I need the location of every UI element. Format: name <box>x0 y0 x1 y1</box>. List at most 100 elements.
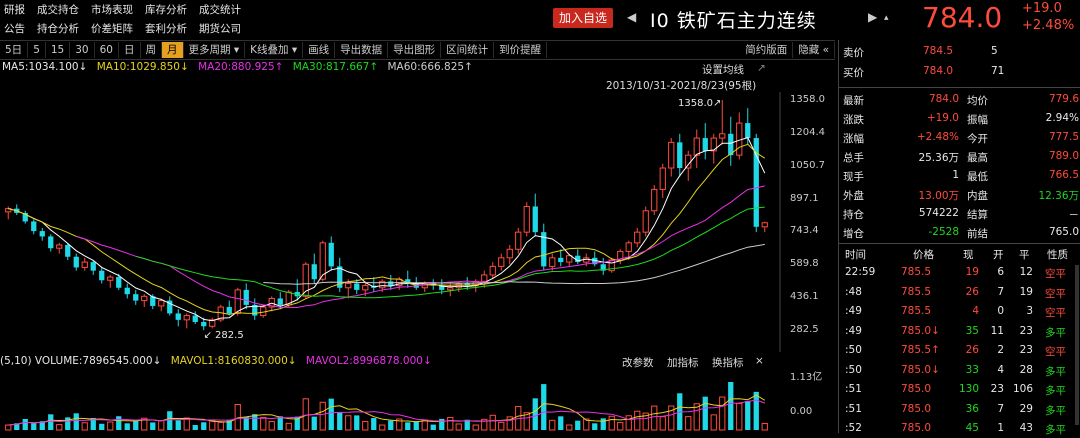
quote-label: 持仓 <box>843 209 864 221</box>
buy-volume: 71 <box>991 65 1005 77</box>
menu-item[interactable]: 价差矩阵 <box>91 21 133 36</box>
volume-bar <box>319 401 326 431</box>
candle-body <box>498 257 505 267</box>
ticks-col-time: 时间 <box>845 249 866 261</box>
simple-layout-button[interactable]: 简约版面 <box>740 42 794 58</box>
ma5-line <box>8 136 766 322</box>
prev-arrow-icon[interactable]: ◀ <box>627 10 636 24</box>
candle-body <box>532 206 538 233</box>
close-indicator-icon[interactable]: × <box>755 355 764 367</box>
price-axis-label: 743.4 <box>790 225 819 237</box>
quote-row: 现手 1 最低 766.5 <box>843 169 1079 185</box>
edit-params-button[interactable]: 改参数 <box>622 355 654 370</box>
candle-body <box>515 231 522 250</box>
quote-label: 现手 <box>843 171 864 183</box>
volume-bar <box>421 419 428 431</box>
kline-overlay-dropdown[interactable]: K线叠加 ▾ <box>245 42 304 58</box>
candle-body <box>659 167 666 190</box>
menu-item[interactable]: 持仓分析 <box>37 21 79 36</box>
more-periods-dropdown[interactable]: 更多周期 ▾ <box>184 42 246 58</box>
volume-bar <box>634 410 641 431</box>
quote-row: 外盘 13.00万 内盘 12.36万 <box>843 188 1079 204</box>
candle-body <box>158 300 165 307</box>
range-stats-button[interactable]: 区间统计 <box>441 42 495 58</box>
period-15min[interactable]: 15 <box>46 42 71 58</box>
volume-bar <box>285 422 292 431</box>
menu-item[interactable]: 研报 <box>4 2 25 17</box>
candle-body <box>345 282 352 289</box>
menu-item[interactable]: 库存分析 <box>145 2 187 17</box>
close-icon[interactable]: ↗ <box>757 62 766 74</box>
volume-bar <box>167 411 173 430</box>
ticks-scrollbar[interactable] <box>1075 265 1079 425</box>
tick-time: :51 <box>845 383 862 395</box>
sell-label: 卖价 <box>843 47 864 59</box>
candle-body <box>634 231 641 244</box>
quote-label: 均价 <box>967 95 988 107</box>
menu-item[interactable]: 市场表现 <box>91 2 133 17</box>
tick-time: :49 <box>845 305 862 317</box>
tick-nature: 空平 <box>1045 287 1066 300</box>
tick-open: 6 <box>997 266 1004 278</box>
candle-body <box>651 188 658 212</box>
candle-body <box>549 257 556 267</box>
price-alert-button[interactable]: 到价提醒 <box>494 42 548 58</box>
period-month[interactable]: 月 <box>162 42 184 58</box>
volume-bar <box>73 413 79 430</box>
volume-bar <box>158 419 165 431</box>
menu-item[interactable]: 成交持仓 <box>37 2 79 17</box>
candle-body <box>201 321 207 327</box>
volume-bar <box>472 424 479 431</box>
candle-body <box>677 142 683 169</box>
menu-item[interactable]: 公告 <box>4 21 25 36</box>
tick-price: 785.5 <box>901 285 932 298</box>
candle-body <box>685 154 692 169</box>
draw-line-button[interactable]: 画线 <box>303 42 336 58</box>
period-5min[interactable]: 5 <box>28 42 46 58</box>
period-week[interactable]: 周 <box>141 42 162 58</box>
tick-open: 2 <box>997 344 1004 356</box>
period-day[interactable]: 日 <box>119 42 141 58</box>
candle-body <box>702 138 708 151</box>
menu-item[interactable]: 成交统计 <box>199 2 241 17</box>
export-image-button[interactable]: 导出图形 <box>388 42 442 58</box>
candlestick-chart[interactable]: 1358.0↗ ↙ 282.5 <box>0 92 835 352</box>
candle-body <box>226 307 232 314</box>
export-data-button[interactable]: 导出数据 <box>335 42 389 58</box>
mavol1-value: MAVOL1:8160830.000↓ <box>170 355 297 367</box>
divider <box>839 87 1080 88</box>
tick-row: 22:59 785.5 19 6 12 空平 <box>843 266 1079 282</box>
ma20-line <box>76 185 765 309</box>
next-arrow-icon[interactable]: ▶ <box>868 10 877 24</box>
tick-open: 4 <box>997 363 1004 376</box>
add-watchlist-button[interactable]: 加入自选 <box>553 8 613 28</box>
candle-body <box>523 205 530 233</box>
candle-body <box>73 256 79 268</box>
hide-panel-button[interactable]: 隐藏 « <box>793 42 835 58</box>
set-ma-button[interactable]: 设置均线 <box>702 62 744 77</box>
quote-value: +19.0 <box>926 112 959 124</box>
buy-row: 买价 784.0 71 <box>843 65 1079 81</box>
candle-body <box>99 270 105 281</box>
tick-row: :49 785.0↓ 35 11 23 多平 <box>843 325 1079 341</box>
instrument-name: 铁矿石主力连续 <box>676 10 817 32</box>
price-change: +19.0 <box>1022 1 1062 16</box>
menu-item[interactable]: 套利分析 <box>145 21 187 36</box>
pin-icon[interactable]: ▴ <box>884 13 889 23</box>
quote-value: 13.00万 <box>918 190 959 202</box>
mavol2-value: MAVOL2:8996878.000↓ <box>305 355 432 367</box>
tick-nature: 多平 <box>1045 365 1066 378</box>
price-axis-label: 436.1 <box>790 291 819 303</box>
add-indicator-button[interactable]: 加指标 <box>667 355 699 370</box>
period-60min[interactable]: 60 <box>95 42 119 58</box>
menu-item[interactable]: 期货公司 <box>199 21 241 36</box>
volume-chart[interactable] <box>0 370 770 433</box>
tick-open: 7 <box>997 402 1004 415</box>
price-axis-label: 282.5 <box>790 324 819 335</box>
period-5day[interactable]: 5日 <box>0 42 29 58</box>
switch-indicator-button[interactable]: 换指标 <box>712 355 744 370</box>
volume-bar <box>56 424 63 431</box>
period-30min[interactable]: 30 <box>70 42 95 58</box>
tick-time: :50 <box>845 363 862 376</box>
volume-bar <box>345 415 352 431</box>
